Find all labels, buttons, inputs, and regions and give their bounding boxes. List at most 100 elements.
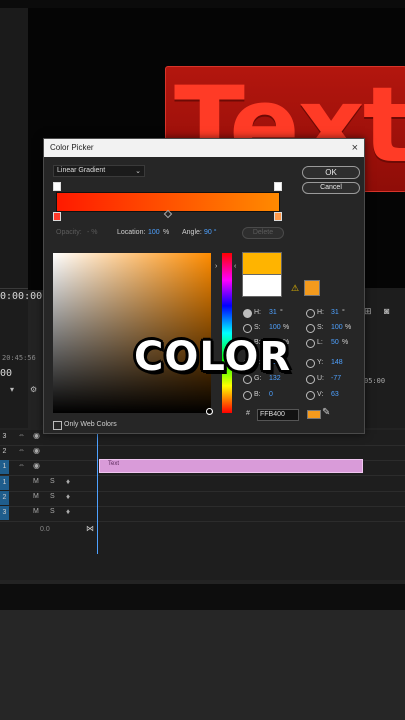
radio-hsb-h[interactable] <box>243 309 252 318</box>
rgb-b-value[interactable]: 0 <box>269 391 273 398</box>
mic-icon[interactable]: ♦ <box>66 492 70 501</box>
bottom-strip <box>0 584 405 610</box>
caption-text: COLOR <box>134 334 292 380</box>
track-number[interactable]: 3 <box>0 506 9 520</box>
yuv-u-label: U: <box>317 375 324 382</box>
mute-icon[interactable]: M <box>33 478 39 485</box>
lift-icon[interactable]: ⊞ <box>364 306 372 317</box>
marker-icon[interactable]: ▾ <box>10 385 14 394</box>
radio-yuv-y[interactable] <box>306 359 315 368</box>
radio-rgb-b[interactable] <box>243 391 252 400</box>
color-field-cursor[interactable] <box>206 408 213 415</box>
gamut-color-swatch[interactable] <box>304 280 320 296</box>
top-bar <box>0 0 405 8</box>
opacity-value: - % <box>87 229 98 236</box>
mic-icon[interactable]: ♦ <box>66 477 70 486</box>
location-unit: % <box>163 229 170 236</box>
solo-icon[interactable]: S <box>50 478 55 485</box>
only-web-colors-label: Only Web Colors <box>64 421 117 428</box>
track-audio-3: 3 M S ♦ <box>0 506 405 522</box>
sync-lock-icon[interactable]: ⇔ <box>18 432 25 439</box>
gradient-type-value: Linear Gradient <box>57 167 106 174</box>
track-number[interactable]: 1 <box>0 476 9 490</box>
right-timecode: 05:00 <box>364 377 386 385</box>
hsb-h-unit: ° <box>280 309 283 316</box>
divider <box>0 288 28 289</box>
left-marker: 00 <box>0 368 13 379</box>
color-field[interactable] <box>53 253 211 413</box>
location-label: Location: <box>117 229 146 236</box>
solo-icon[interactable]: S <box>50 508 55 515</box>
hsl-l-value[interactable]: 50 <box>331 339 339 346</box>
opacity-stop-right[interactable] <box>274 182 282 191</box>
radio-yuv-u[interactable] <box>306 375 315 384</box>
mute-icon[interactable]: M <box>33 493 39 500</box>
cancel-button[interactable]: Cancel <box>302 182 360 194</box>
opacity-stop-left[interactable] <box>53 182 61 191</box>
track-number[interactable]: 1 <box>0 460 9 474</box>
settings-icon[interactable]: ⚙ <box>30 385 37 394</box>
hsl-s-label: S: <box>317 324 324 331</box>
color-picker-dialog: Color Picker × Linear Gradient ⌄ OK Canc… <box>43 138 365 434</box>
left-timecode: 20:45:56 <box>2 354 36 362</box>
hex-hash-icon: # <box>246 410 250 417</box>
timeline-clip[interactable]: Text <box>99 459 363 473</box>
opacity-label: Opacity: <box>56 229 82 236</box>
yuv-y-label: Y: <box>317 359 324 366</box>
eye-icon[interactable]: ◉ <box>33 446 40 455</box>
hsb-h-value[interactable]: 31 <box>269 309 277 316</box>
hsl-l-label: L: <box>317 339 323 346</box>
out-of-gamut-warning-icon[interactable]: ⚠ <box>291 283 299 294</box>
hsl-l-unit: % <box>342 339 349 346</box>
solo-icon[interactable]: S <box>50 493 55 500</box>
eye-icon[interactable]: ◉ <box>33 431 40 440</box>
yuv-v-value[interactable]: 63 <box>331 391 339 398</box>
timeline-panel: 3 ⇔ ◉ 2 ⇔ ◉ 1 ⇔ ◉ 1 M S ♦ 2 M S ♦ 3 M S … <box>0 430 405 580</box>
sync-lock-icon[interactable]: ⇔ <box>18 462 25 469</box>
track-audio-1: 1 M S ♦ <box>0 476 405 492</box>
location-value[interactable]: 100 <box>148 229 160 236</box>
master-volume: 0.0 <box>40 526 50 533</box>
current-color-chip <box>307 410 321 419</box>
left-panel <box>0 300 28 428</box>
hue-slider[interactable] <box>222 253 232 413</box>
color-stop-left[interactable] <box>53 212 61 221</box>
gradient-type-select[interactable]: Linear Gradient ⌄ <box>53 165 145 177</box>
hsb-h-label: H: <box>254 309 261 316</box>
color-stop-right[interactable] <box>274 212 282 221</box>
yuv-u-value[interactable]: -77 <box>331 375 341 382</box>
eyedropper-icon[interactable]: ✎ <box>322 407 330 418</box>
new-color-swatch <box>242 252 282 276</box>
go-to-end-icon[interactable]: ⋈ <box>86 524 94 533</box>
sync-lock-icon[interactable]: ⇔ <box>18 447 25 454</box>
radio-hsl-s[interactable] <box>306 324 315 333</box>
radio-hsl-h[interactable] <box>306 309 315 318</box>
hsl-s-value[interactable]: 100 <box>331 324 343 331</box>
original-color-swatch[interactable] <box>242 274 282 297</box>
radio-hsb-s[interactable] <box>243 324 252 333</box>
hsl-s-unit: % <box>345 324 352 331</box>
camera-icon[interactable]: ◙ <box>384 306 389 316</box>
angle-label: Angle: <box>182 229 202 236</box>
radio-yuv-v[interactable] <box>306 391 315 400</box>
eye-icon[interactable]: ◉ <box>33 461 40 470</box>
hsb-s-value[interactable]: 100 <box>269 324 281 331</box>
hsl-h-unit: ° <box>342 309 345 316</box>
track-audio-2: 2 M S ♦ <box>0 491 405 507</box>
hsb-s-label: S: <box>254 324 261 331</box>
radio-hsl-l[interactable] <box>306 339 315 348</box>
hsl-h-label: H: <box>317 309 324 316</box>
hsl-h-value[interactable]: 31 <box>331 309 339 316</box>
ok-button[interactable]: OK <box>302 166 360 179</box>
source-panel <box>0 8 28 290</box>
angle-value[interactable]: 90 ° <box>204 229 217 236</box>
only-web-colors-checkbox[interactable] <box>53 421 62 430</box>
hex-input[interactable]: FFB400 <box>257 409 299 421</box>
yuv-y-value[interactable]: 148 <box>331 359 343 366</box>
close-icon[interactable]: × <box>352 139 358 157</box>
delete-button[interactable]: Delete <box>242 227 284 239</box>
bottom-area <box>0 610 405 720</box>
mute-icon[interactable]: M <box>33 508 39 515</box>
track-number[interactable]: 2 <box>0 491 9 505</box>
mic-icon[interactable]: ♦ <box>66 507 70 516</box>
